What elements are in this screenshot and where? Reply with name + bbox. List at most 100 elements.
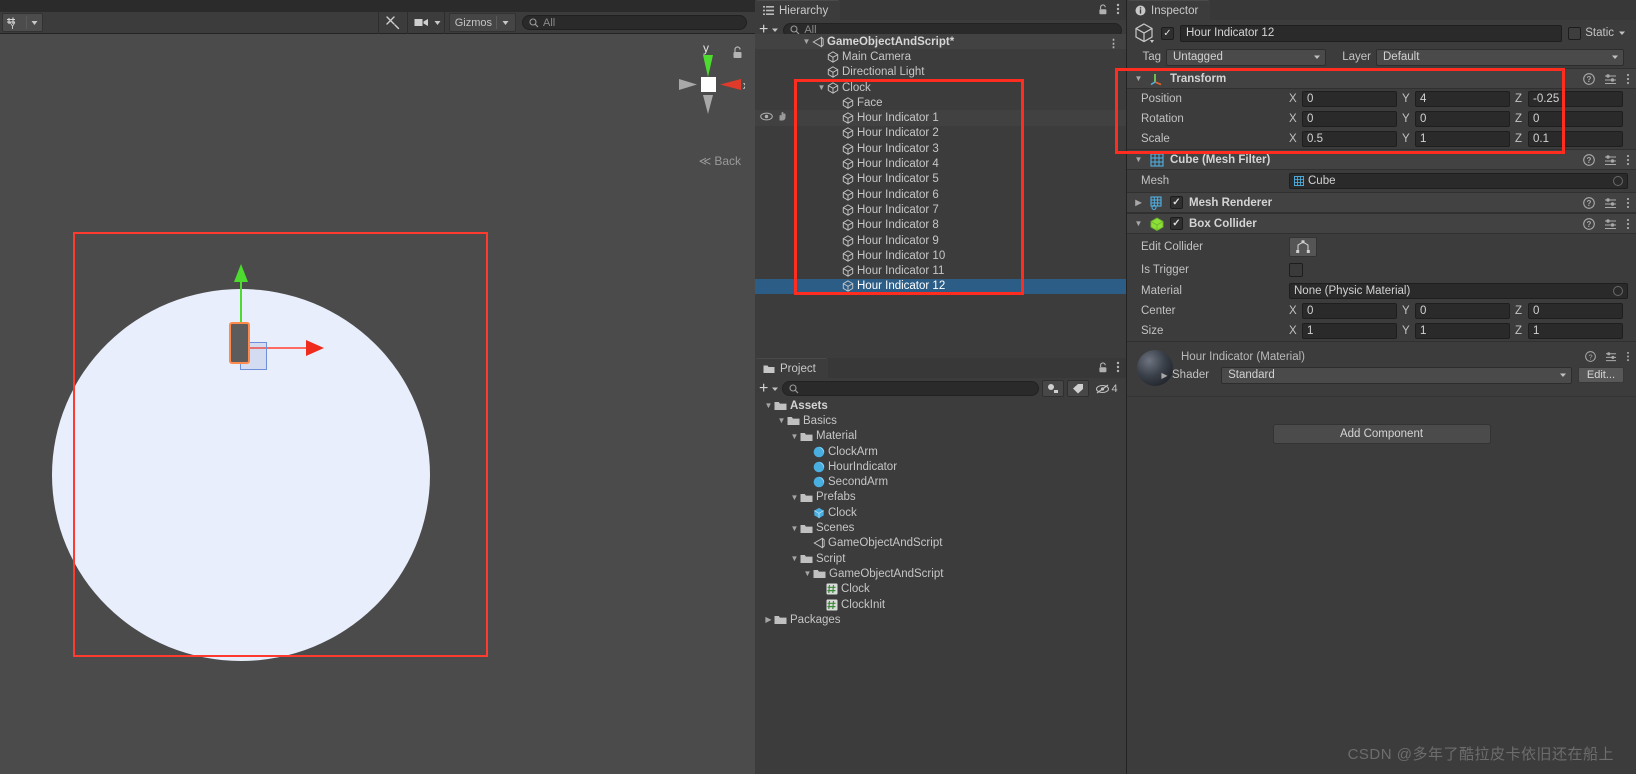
hierarchy-item-hour-indicator-1[interactable]: Hour Indicator 1 [755,110,1126,126]
foldout-collapsed-icon[interactable]: ▶ [763,615,774,624]
collider-size-x-field[interactable]: X1 [1289,323,1402,339]
collider-size-y-input[interactable]: 1 [1415,323,1510,339]
hierarchy-item-main-camera[interactable]: Main Camera [755,49,1126,64]
project-add-button[interactable]: + [759,380,779,397]
box-collider-component-header[interactable]: ▼ ✓ Box Collider ? [1127,213,1636,234]
eye-icon[interactable] [760,112,773,124]
help-icon[interactable]: ? [1583,72,1595,85]
box-collider-foldout-arrow[interactable]: ▼ [1133,219,1144,228]
transform-rotation-x-input[interactable]: 0 [1302,111,1397,127]
project-item-prefabs[interactable]: ▼ Prefabs [755,490,1126,505]
transform-scale-z-input[interactable]: 0.1 [1528,131,1623,147]
hierarchy-item-hour-indicator-9[interactable]: Hour Indicator 9 [755,233,1126,248]
move-gizmo-y-arrow[interactable] [234,264,248,282]
project-item-clockinit[interactable]: ClockInit [755,597,1126,612]
transform-rotation-z-field[interactable]: Z0 [1515,111,1628,127]
edit-collider-button[interactable] [1289,236,1317,257]
project-filter-type-button[interactable] [1042,380,1064,397]
shader-dropdown[interactable]: Standard [1221,366,1572,384]
preset-icon[interactable] [1605,351,1617,362]
foldout-expanded-icon[interactable]: ▼ [789,432,800,441]
transform-menu-icon[interactable] [1626,73,1630,85]
mesh-picker-icon[interactable] [1613,176,1623,186]
pivot-rotation-button[interactable]: Y [2,13,43,32]
scene-camera-button[interactable] [414,15,442,31]
transform-position-y-input[interactable]: 4 [1415,91,1510,107]
collider-center-y-input[interactable]: 0 [1415,303,1510,319]
foldout-expanded-icon[interactable]: ▼ [816,83,827,92]
scene-search-input[interactable]: All [522,15,747,30]
hierarchy-item-face[interactable]: Face [755,95,1126,110]
hierarchy-item-hour-indicator-10[interactable]: Hour Indicator 10 [755,248,1126,263]
hierarchy-item-clock[interactable]: ▼ Clock [755,80,1126,95]
project-item-material[interactable]: ▼ Material [755,429,1126,444]
selected-hour-indicator[interactable] [229,322,250,364]
transform-scale-x-input[interactable]: 0.5 [1302,131,1397,147]
tab-inspector[interactable]: Inspector [1127,0,1211,20]
edit-shader-button[interactable]: Edit... [1577,367,1624,383]
hierarchy-item-hour-indicator-11[interactable]: Hour Indicator 11 [755,263,1126,278]
collider-size-y-field[interactable]: Y1 [1402,323,1515,339]
project-search-input[interactable] [782,381,1039,396]
move-gizmo-x-arrow[interactable] [306,340,324,356]
collider-size-x-input[interactable]: 1 [1302,323,1397,339]
layer-dropdown[interactable]: Default [1376,48,1624,66]
transform-scale-z-field[interactable]: Z 0.1 [1515,131,1628,147]
transform-position-z-input[interactable]: -0.25 [1528,91,1623,107]
static-checkbox[interactable] [1568,26,1582,40]
physic-material-field[interactable]: None (Physic Material) [1289,283,1628,299]
project-item-clock[interactable]: Clock [755,582,1126,597]
tab-project[interactable]: Project [755,358,828,378]
project-item-gameobjectandscript[interactable]: GameObjectAndScript [755,536,1126,551]
collider-center-x-field[interactable]: X0 [1289,303,1402,319]
project-item-hourindicator[interactable]: HourIndicator [755,459,1126,474]
project-menu-icon[interactable] [1116,361,1120,373]
mesh-renderer-menu-icon[interactable] [1626,197,1630,209]
collider-size-z-input[interactable]: 1 [1528,323,1623,339]
help-icon[interactable]: ? [1583,153,1595,166]
mesh-renderer-enabled-checkbox[interactable]: ✓ [1170,196,1183,209]
project-item-packages[interactable]: ▶ Packages [755,612,1126,627]
transform-position-z-field[interactable]: Z -0.25 [1515,91,1628,107]
foldout-expanded-icon[interactable]: ▼ [789,493,800,502]
project-tree[interactable]: ▼ Assets ▼ Basics ▼ Material ClockArm HourIndic… [755,398,1126,774]
transform-position-y-field[interactable]: Y4 [1402,91,1515,107]
transform-scale-y-field[interactable]: Y1 [1402,131,1515,147]
help-icon[interactable]: ? [1583,217,1595,230]
scene-row-menu-icon[interactable]: ⋮ [1108,37,1120,50]
hierarchy-item-directional-light[interactable]: Directional Light [755,65,1126,80]
foldout-expanded-icon[interactable]: ▼ [776,416,787,425]
transform-scale-x-field[interactable]: X 0.5 [1289,131,1402,147]
material-menu-icon[interactable] [1626,351,1630,362]
project-item-secondarm[interactable]: SecondArm [755,474,1126,489]
collider-center-z-field[interactable]: Z0 [1515,303,1628,319]
mesh-object-field[interactable]: Cube [1289,173,1628,189]
project-item-scenes[interactable]: ▼ Scenes [755,520,1126,535]
visibility-controls[interactable] [755,110,793,125]
foldout-expanded-icon[interactable]: ▼ [789,524,800,533]
scene-tools-button[interactable] [385,15,401,31]
project-item-gameobjectandscript[interactable]: ▼ GameObjectAndScript [755,566,1126,581]
chevron-down-icon[interactable] [30,18,39,27]
add-component-button[interactable]: Add Component [1272,424,1491,444]
scene-view-back-label[interactable]: ≪ Back [699,154,741,168]
hierarchy-item-hour-indicator-8[interactable]: Hour Indicator 8 [755,218,1126,233]
transform-component-header[interactable]: ▼ Transform ? [1127,68,1636,89]
transform-rotation-x-field[interactable]: X0 [1289,111,1402,127]
gizmos-button[interactable]: Gizmos [448,13,516,32]
preset-icon[interactable] [1604,218,1617,230]
physic-material-picker-icon[interactable] [1613,286,1623,296]
mesh-renderer-component-header[interactable]: ▶ ✓ Mesh Renderer ? [1127,192,1636,213]
transform-rotation-z-input[interactable]: 0 [1528,111,1623,127]
hierarchy-lock-icon[interactable] [1098,3,1108,15]
scene-view[interactable]: y x ≪Back [0,34,755,774]
project-item-basics[interactable]: ▼ Basics [755,413,1126,428]
project-item-clock[interactable]: Clock [755,505,1126,520]
gameobject-enabled-checkbox[interactable]: ✓ [1161,26,1174,40]
mesh-filter-foldout-arrow[interactable]: ▼ [1133,155,1144,164]
project-item-assets[interactable]: ▼ Assets [755,398,1126,413]
hierarchy-menu-icon[interactable] [1116,3,1120,15]
box-collider-menu-icon[interactable] [1626,218,1630,230]
hierarchy-item-hour-indicator-4[interactable]: Hour Indicator 4 [755,156,1126,171]
hierarchy-item-hour-indicator-7[interactable]: Hour Indicator 7 [755,202,1126,217]
